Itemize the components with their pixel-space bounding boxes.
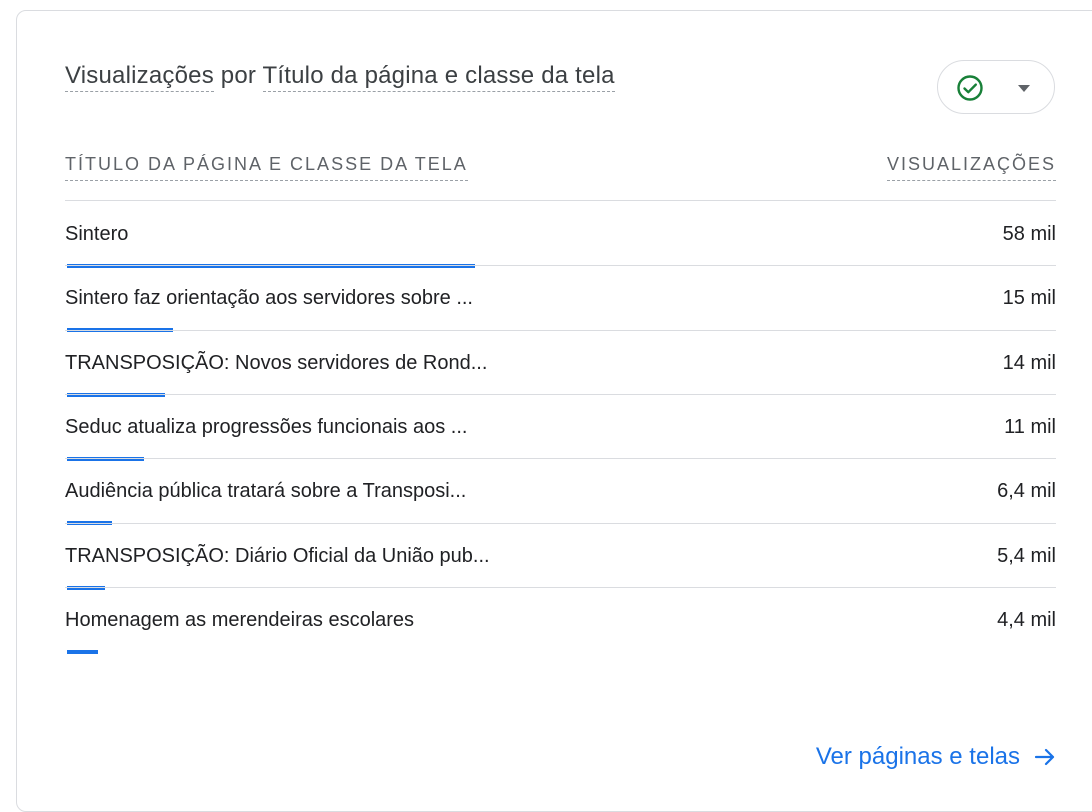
row-divider [65,265,1056,267]
status-dropdown[interactable] [937,60,1055,114]
column-header-title[interactable]: TÍTULO DA PÁGINA E CLASSE DA TELA [65,154,468,181]
row-views: 4,4 mil [997,608,1056,631]
row-views: 58 mil [1002,223,1056,245]
metric-name[interactable]: Visualizações [65,62,214,92]
row-views: 6,4 mil [997,480,1056,503]
view-pages-label: Ver páginas e telas [815,743,1020,770]
card-title: Visualizações por Título da página e cla… [65,62,615,92]
title-connector: por [213,62,263,89]
row-divider [65,458,1056,460]
row-views: 15 mil [1002,287,1056,310]
row-title: Homenagem as merendeiras escolares [65,608,415,631]
row-divider [65,393,1056,395]
column-header-views[interactable]: VISUALIZAÇÕES [886,154,1056,181]
row-title: Seduc atualiza progressões funcionais ao… [65,415,468,438]
arrow-right-icon [1034,748,1055,766]
header-divider [65,200,1056,201]
row-divider [65,522,1056,524]
dimension-name[interactable]: Título da página e classe da tela [262,62,615,92]
row-title: TRANSPOSIÇÃO: Diário Oficial da União pu… [65,544,490,567]
row-title: TRANSPOSIÇÃO: Novos servidores de Rond..… [65,351,488,374]
row-views: 14 mil [1002,351,1056,374]
row-title: Sintero faz orientação aos servidores so… [65,287,473,310]
caret-down-icon [1018,85,1030,92]
row-views: 11 mil [1004,415,1056,438]
views-card [16,10,1092,812]
row-bar [67,649,98,654]
row-title: Sintero [65,223,129,245]
row-views: 5,4 mil [997,544,1056,567]
view-pages-link[interactable]: Ver páginas e telas [816,743,1056,771]
row-divider [65,329,1056,331]
check-circle-icon [957,75,983,101]
row-title: Audiência pública tratará sobre a Transp… [65,480,467,503]
row-divider [65,586,1056,588]
